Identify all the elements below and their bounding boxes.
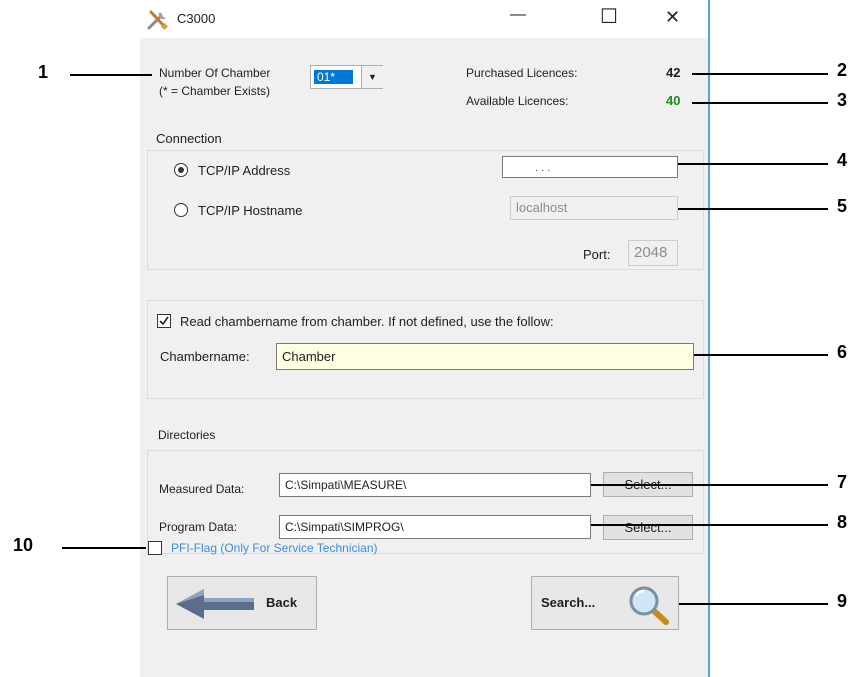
chamber-exists-hint: (* = Chamber Exists)	[159, 84, 271, 98]
app-tools-icon	[147, 10, 169, 31]
available-licences-label: Available Licences:	[466, 94, 569, 108]
chamber-select[interactable]: 01* ▼	[310, 65, 383, 89]
callout-line-3	[692, 102, 828, 104]
checkmark-icon	[159, 316, 169, 326]
callout-line-10	[62, 547, 146, 549]
search-button[interactable]: Search...	[531, 576, 679, 630]
callout-number-8: 8	[837, 512, 848, 532]
chamber-selected-value: 01*	[314, 70, 353, 84]
pfi-flag-checkbox[interactable]	[148, 541, 162, 555]
ip-address-input[interactable]: . . .	[502, 156, 678, 178]
search-button-label: Search...	[541, 595, 596, 610]
window-title: C3000	[177, 11, 216, 26]
read-chambername-checkbox[interactable]	[157, 314, 171, 328]
back-button[interactable]: Back	[167, 576, 317, 630]
port-input[interactable]: 2048	[628, 240, 678, 266]
title-bar	[140, 0, 708, 38]
callout-number-10: 10	[13, 535, 34, 555]
maximize-button[interactable]: ☐	[600, 4, 618, 29]
callout-line-5	[678, 208, 828, 210]
minimize-button[interactable]: —	[510, 6, 526, 24]
callout-line-9	[679, 603, 828, 605]
measured-data-label: Measured Data:	[159, 482, 245, 496]
hostname-input[interactable]: localhost	[510, 196, 678, 220]
search-icon	[629, 586, 669, 625]
chambername-input[interactable]: Chamber	[276, 343, 694, 370]
arrow-left-icon	[176, 589, 254, 619]
callout-number-4: 4	[837, 150, 848, 170]
callout-line-2	[692, 73, 828, 75]
close-button[interactable]: ✕	[665, 7, 680, 28]
chambername-label: Chambername:	[160, 349, 250, 364]
callout-line-4	[678, 163, 828, 165]
program-data-select-button[interactable]: Select...	[603, 515, 693, 540]
tcpip-hostname-radio[interactable]	[174, 203, 188, 217]
pfi-flag-label: PFI-Flag (Only For Service Technician)	[171, 541, 378, 555]
read-chambername-label: Read chambername from chamber. If not de…	[180, 314, 554, 329]
callout-number-3: 3	[837, 90, 848, 110]
connection-group-label: Connection	[156, 131, 222, 146]
callout-number-2: 2	[837, 60, 848, 80]
purchased-licences-value: 42	[666, 65, 681, 80]
tcpip-hostname-label: TCP/IP Hostname	[198, 203, 303, 218]
callout-line-8	[591, 524, 828, 526]
port-label: Port:	[583, 247, 611, 262]
program-data-input[interactable]: C:\Simpati\SIMPROG\	[279, 515, 591, 539]
tcpip-address-label: TCP/IP Address	[198, 163, 291, 178]
program-data-label: Program Data:	[159, 520, 238, 534]
callout-number-5: 5	[837, 196, 848, 216]
callout-line-6	[694, 354, 828, 356]
chevron-down-icon[interactable]: ▼	[361, 66, 383, 88]
callout-number-1: 1	[38, 62, 49, 82]
callout-number-7: 7	[837, 472, 848, 492]
callout-number-6: 6	[837, 342, 848, 362]
callout-line-1	[70, 74, 152, 76]
callout-line-7	[591, 484, 828, 486]
available-licences-value: 40	[666, 93, 681, 108]
measured-data-input[interactable]: C:\Simpati\MEASURE\	[279, 473, 591, 497]
directories-group-label: Directories	[158, 428, 216, 442]
back-button-label: Back	[266, 595, 298, 610]
callout-number-9: 9	[837, 591, 848, 611]
tcpip-address-radio[interactable]	[174, 163, 188, 177]
chamber-label: Number Of Chamber	[159, 66, 271, 80]
purchased-licences-label: Purchased Licences:	[466, 66, 578, 80]
